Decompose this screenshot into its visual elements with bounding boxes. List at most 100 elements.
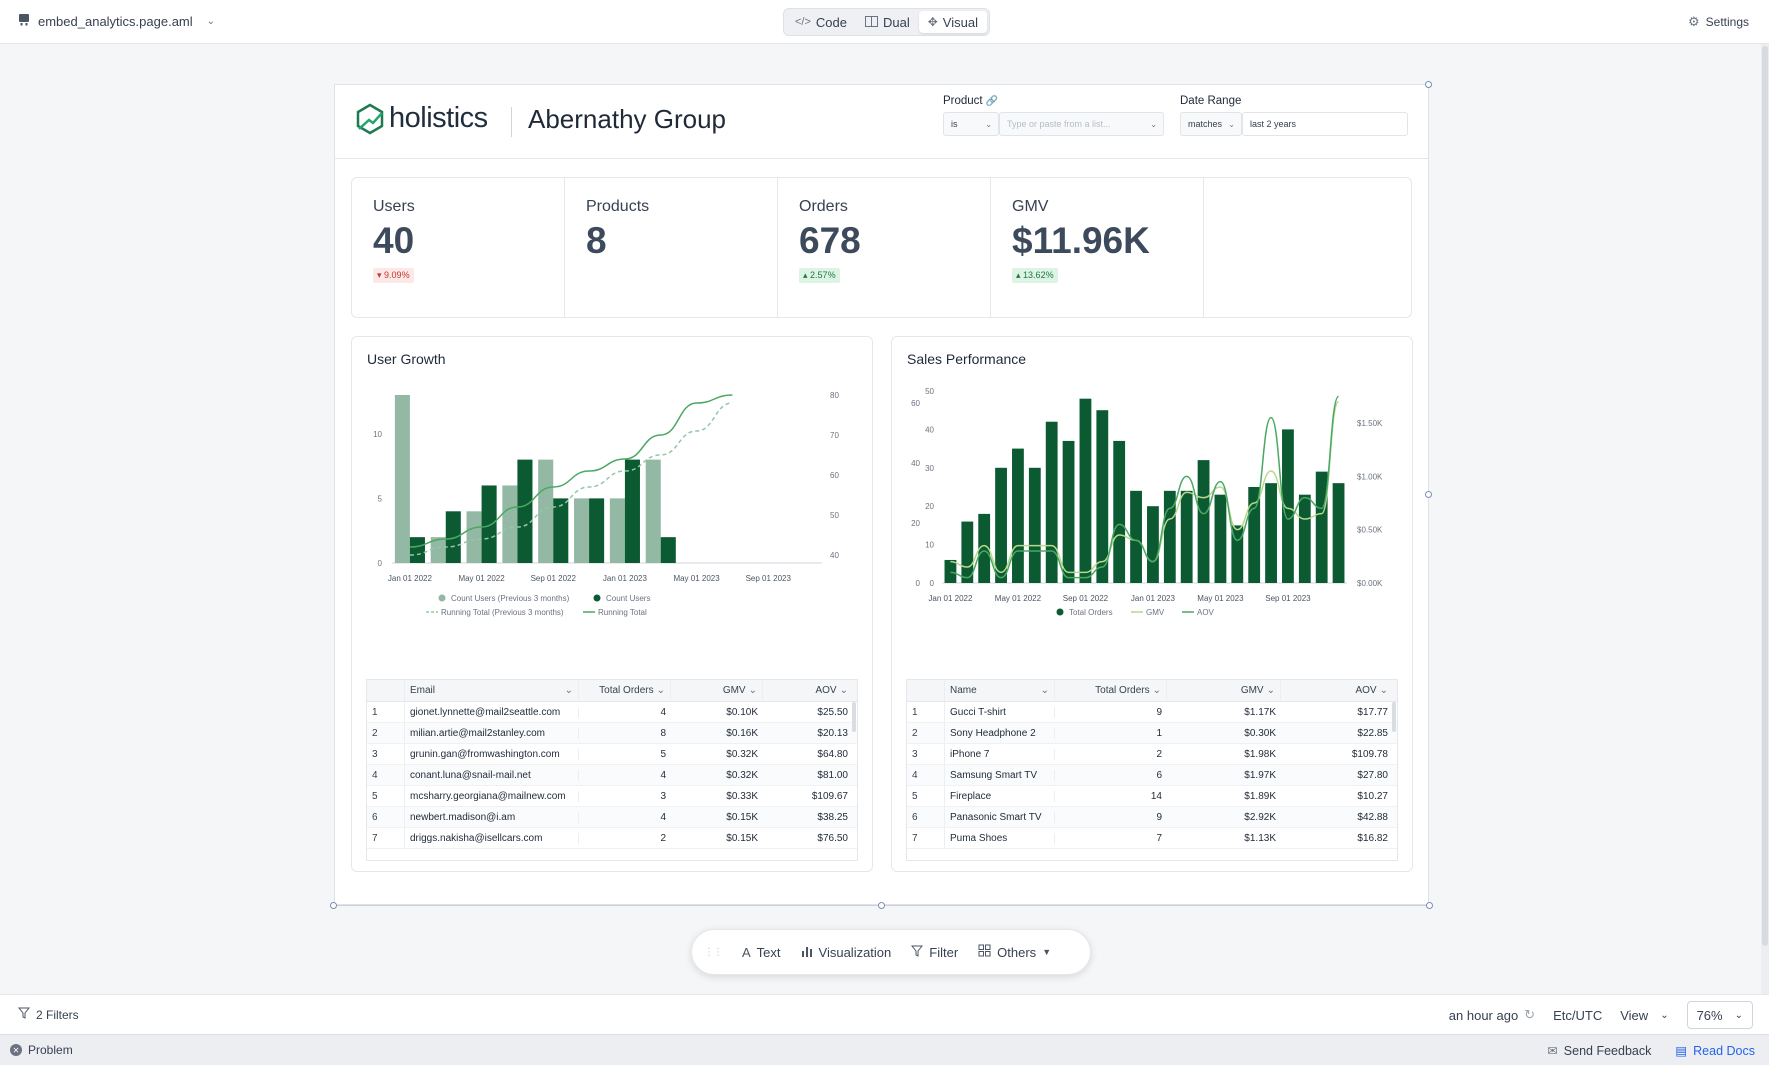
sales-performance-chart[interactable]: 0 10 20 30 40 50 0 20 40 60 $0.00K $0.50K $1.00K $1.5…	[892, 377, 1414, 637]
drag-handle-icon[interactable]: ⋮⋮	[704, 947, 723, 958]
x-tick-label: Sep 01 2022	[531, 574, 577, 583]
scrollbar-thumb[interactable]	[1762, 46, 1768, 946]
date-value-input[interactable]: last 2 years	[1242, 112, 1408, 136]
kpi-row: Users 40 ▾ 9.09% Products 8 Orders 678 ▴…	[351, 177, 1412, 318]
add-visualization-button[interactable]: Visualization	[801, 945, 891, 960]
column-header-aov[interactable]: AOV ⌄	[763, 680, 853, 701]
column-header-email[interactable]: Email ⌄	[405, 680, 579, 701]
table-cell: $0.10K	[726, 706, 758, 718]
column-header-name[interactable]: Name ⌄	[945, 680, 1055, 701]
table-row[interactable]: 5 Fireplace 14 $1.89K $10.27	[907, 786, 1397, 807]
table-row[interactable]: 5 mcsharry.georgiana@mailnew.com 3 $0.33K $1…	[367, 786, 857, 807]
table-scrollbar[interactable]	[1392, 702, 1396, 732]
refresh-icon[interactable]: ↻	[1524, 1007, 1535, 1023]
table-row[interactable]: 4 Samsung Smart TV 6 $1.97K $27.80	[907, 765, 1397, 786]
settings-button[interactable]: ⚙ Settings	[1688, 14, 1749, 30]
date-operator-select[interactable]: matches ⌄	[1180, 112, 1242, 136]
table-row[interactable]: 6 newbert.madison@i.am 4 $0.15K $38.25	[367, 807, 857, 828]
bar	[645, 459, 661, 563]
text-icon: A	[742, 944, 751, 960]
table-cell: 4	[660, 811, 666, 823]
kpi-delta-badge: ▴ 2.57%	[799, 268, 840, 283]
mode-visual-button[interactable]: ✥ Visual	[918, 11, 987, 33]
problem-indicator[interactable]: ✕ Problem	[10, 1043, 73, 1057]
zoom-select[interactable]: 76% ⌄	[1686, 1001, 1753, 1029]
send-feedback-link[interactable]: ✉ Send Feedback	[1547, 1043, 1651, 1059]
y-tick-label: 50	[925, 387, 934, 396]
resize-handle[interactable]	[878, 902, 885, 909]
y-tick-label: 20	[925, 502, 934, 511]
chevron-down-icon[interactable]: ⌄	[207, 16, 215, 27]
arrow-up-icon: ▴	[803, 270, 808, 280]
table-row[interactable]: 6 Panasonic Smart TV 9 $2.92K $42.88	[907, 807, 1397, 828]
table-row[interactable]: 3 grunin.gan@fromwashington.com 5 $0.32K $64…	[367, 744, 857, 765]
add-text-button[interactable]: A Text	[742, 945, 781, 960]
chevron-down-icon: ⌄	[1266, 685, 1275, 696]
user-growth-card[interactable]: User Growth 0 5 10 40 50 60 70 80 Jan 01 2022 May…	[351, 336, 873, 872]
bar	[574, 498, 590, 563]
kpi-gmv[interactable]: GMV $11.96K ▴ 13.62%	[991, 178, 1204, 317]
user-growth-chart[interactable]: 0 5 10 40 50 60 70 80 Jan 01 2022 May 01 2022 Sep …	[352, 377, 874, 637]
table-row[interactable]: 4 conant.luna@snail-mail.net 4 $0.32K $81.00	[367, 765, 857, 786]
series-line	[950, 395, 1340, 579]
table-cell: $42.88	[1357, 811, 1388, 823]
y-right-tick-label: 80	[830, 391, 839, 400]
table-row[interactable]: 1 Gucci T-shirt 9 $1.17K $17.77	[907, 702, 1397, 723]
dashboard-canvas[interactable]: holistics Abernathy Group Product 🔗 is ⌄ …	[334, 81, 1432, 905]
sales-performance-table[interactable]: Name ⌄ Total Orders ⌄ GMV ⌄ AOV ⌄ 1 Gucci T-s…	[906, 679, 1398, 861]
view-dropdown[interactable]: View ⌄	[1620, 1008, 1668, 1023]
product-value-input[interactable]: Type or paste from a list... ⌄	[999, 112, 1164, 136]
read-docs-link[interactable]: ▤ Read Docs	[1675, 1043, 1755, 1059]
y-right-tick-label: $1.50K	[1357, 419, 1383, 428]
column-header-gmv[interactable]: GMV ⌄	[671, 680, 763, 701]
dashboard-footer-bar: 2 Filters an hour ago ↻ Etc/UTC View ⌄ 7…	[0, 994, 1769, 1034]
table-cell: $0.32K	[726, 769, 758, 781]
table-cell: gionet.lynnette@mail2seattle.com	[405, 706, 579, 718]
table-row[interactable]: 7 Puma Shoes 7 $1.13K $16.82	[907, 828, 1397, 849]
kpi-products[interactable]: Products 8	[565, 178, 778, 317]
mode-code-button[interactable]: </> Code	[786, 11, 856, 33]
column-header-aov[interactable]: AOV ⌄	[1281, 680, 1393, 701]
table-row[interactable]: 1 gionet.lynnette@mail2seattle.com 4 $0.10K…	[367, 702, 857, 723]
others-menu-button[interactable]: Others ▼	[978, 944, 1051, 960]
user-growth-table[interactable]: Email ⌄ Total Orders ⌄ GMV ⌄ AOV ⌄ 1 gionet.l…	[366, 679, 858, 861]
mode-dual-button[interactable]: Dual	[856, 11, 919, 33]
table-cell: 4	[367, 765, 405, 785]
page-scrollbar[interactable]	[1761, 44, 1769, 994]
table-cell: 7	[367, 828, 405, 848]
kpi-orders[interactable]: Orders 678 ▴ 2.57%	[778, 178, 991, 317]
resize-handle[interactable]	[1425, 491, 1432, 498]
table-row[interactable]: 2 milian.artie@mail2stanley.com 8 $0.16K $20…	[367, 723, 857, 744]
column-header-gmv[interactable]: GMV ⌄	[1167, 680, 1281, 701]
column-header-total-orders[interactable]: Total Orders ⌄	[579, 680, 671, 701]
kpi-users[interactable]: Users 40 ▾ 9.09%	[352, 178, 565, 317]
table-cell: 14	[1150, 790, 1162, 802]
resize-handle[interactable]	[1425, 81, 1432, 88]
filters-toggle[interactable]: 2 Filters	[17, 1007, 79, 1022]
chevron-down-icon: ⌄	[656, 685, 665, 696]
file-selector[interactable]: embed_analytics.page.aml ⌄	[18, 13, 215, 29]
table-row[interactable]: 7 driggs.nakisha@isellcars.com 2 $0.15K $76.…	[367, 828, 857, 849]
chevron-down-icon: ⌄	[1734, 1009, 1743, 1021]
card-title: Sales Performance	[907, 351, 1027, 367]
funnel-icon	[17, 1007, 31, 1022]
table-row[interactable]: 3 iPhone 7 2 $1.98K $109.78	[907, 744, 1397, 765]
table-row[interactable]: 2 Sony Headphone 2 1 $0.30K $22.85	[907, 723, 1397, 744]
table-cell: $109.67	[811, 790, 848, 802]
sales-performance-card[interactable]: Sales Performance 0 10 20 30 40 50 0 20 40 60 $0.0…	[891, 336, 1413, 872]
resize-handle[interactable]	[330, 902, 337, 909]
table-cell: $27.80	[1357, 769, 1388, 781]
timezone-label[interactable]: Etc/UTC	[1553, 1008, 1602, 1023]
dual-pane-icon	[864, 15, 878, 30]
table-cell: 5	[907, 786, 945, 806]
column-header-total-orders[interactable]: Total Orders ⌄	[1055, 680, 1167, 701]
add-filter-button[interactable]: Filter	[911, 945, 958, 960]
visual-icon: ✥	[927, 15, 938, 29]
table-cell: $109.78	[1351, 748, 1388, 760]
product-operator-select[interactable]: is ⌄	[943, 112, 999, 136]
table-scrollbar[interactable]	[852, 702, 856, 732]
table-cell: 1	[907, 702, 945, 722]
table-cell: 9	[1156, 811, 1162, 823]
table-cell: grunin.gan@fromwashington.com	[405, 748, 579, 760]
resize-handle[interactable]	[1426, 902, 1433, 909]
